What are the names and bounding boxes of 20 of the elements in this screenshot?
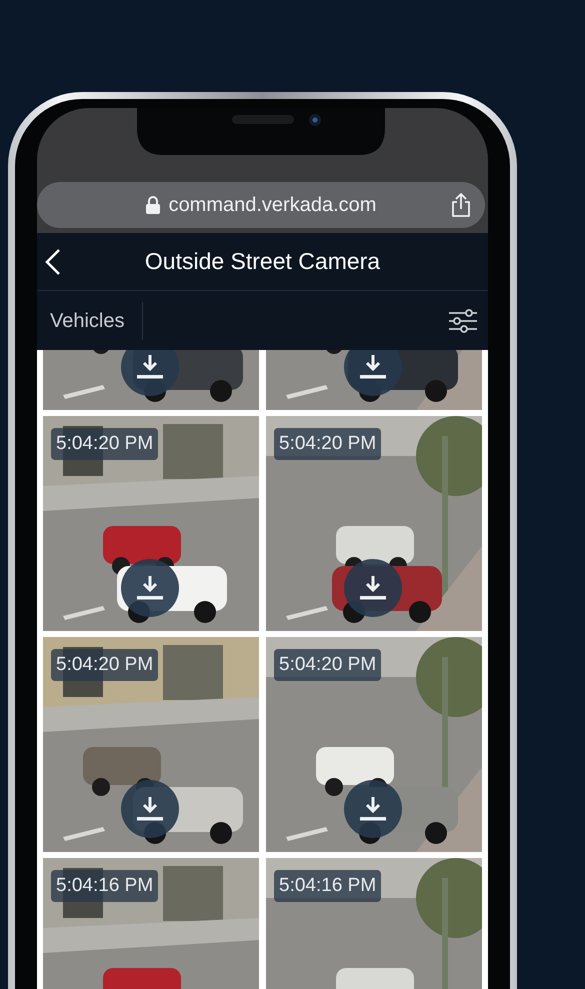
- download-icon: [359, 354, 387, 380]
- download-icon: [136, 575, 164, 601]
- download-icon: [359, 575, 387, 601]
- timestamp-label: 5:04:16 PM: [274, 870, 382, 902]
- download-icon: [359, 796, 387, 822]
- filter-icon[interactable]: [448, 308, 478, 332]
- share-icon[interactable]: [451, 193, 471, 217]
- timestamp-label: 5:04:20 PM: [51, 649, 158, 681]
- back-icon[interactable]: [45, 248, 61, 276]
- vehicles-tab[interactable]: Vehicles: [50, 302, 142, 340]
- timestamp-label: 5:04:16 PM: [51, 870, 158, 902]
- url-text: command.verkada.com: [168, 194, 376, 216]
- lock-icon: [146, 196, 160, 214]
- timestamp-label: 5:04:20 PM: [51, 428, 158, 460]
- timestamp-label: 5:04:20 PM: [274, 428, 382, 460]
- download-icon: [136, 354, 164, 380]
- timestamp-label: 5:04:20 PM: [274, 649, 382, 681]
- camera-title: Outside Street Camera: [144, 248, 382, 275]
- download-icon: [136, 796, 164, 822]
- address-bar[interactable]: command.verkada.com: [37, 182, 485, 228]
